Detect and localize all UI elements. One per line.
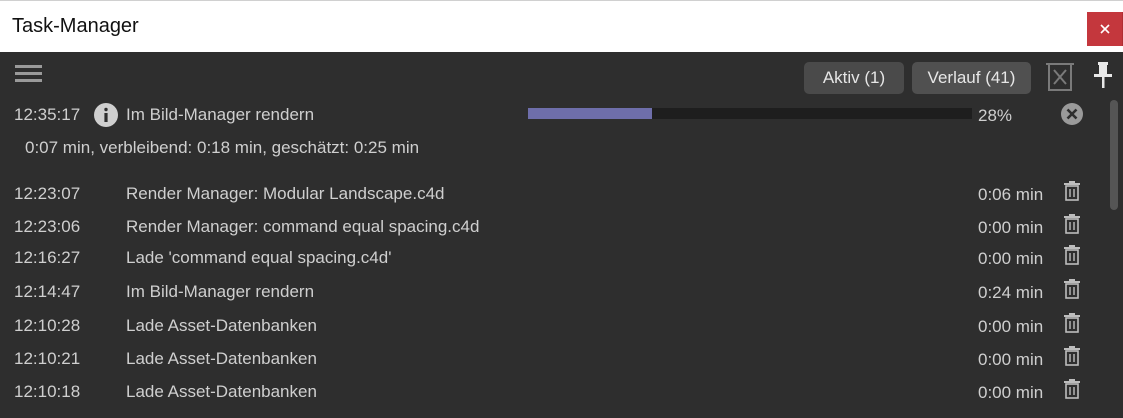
vertical-scrollbar[interactable] [1110, 100, 1118, 210]
title-bar: Task-Manager [0, 0, 1123, 52]
history-duration: 0:00 min [978, 383, 1044, 402]
history-row: 12:14:47 Im Bild-Manager rendern 0:24 mi… [0, 276, 1105, 309]
history-time: 12:10:18 [14, 382, 81, 401]
progress-percent: 28% [978, 106, 1013, 125]
history-task-name: Im Bild-Manager rendern [126, 282, 315, 301]
cancel-task-icon[interactable] [1060, 102, 1084, 126]
close-icon [1099, 24, 1110, 34]
toolbar: Aktiv (1) Verlauf (41) [0, 52, 1123, 98]
history-time: 12:10:21 [14, 349, 81, 368]
history-row: 12:23:06 Render Manager: command equal s… [0, 211, 1105, 244]
active-task-row: 12:35:17 Im Bild-Manager rendern 28% 0:0… [0, 98, 1105, 166]
trash-icon[interactable] [1063, 279, 1081, 299]
pin-icon[interactable] [1092, 61, 1114, 89]
history-time: 12:10:28 [14, 316, 81, 335]
history-time: 12:23:06 [14, 217, 81, 236]
tab-active[interactable]: Aktiv (1) [804, 62, 904, 94]
trash-icon[interactable] [1063, 245, 1081, 265]
history-time: 12:14:47 [14, 282, 81, 301]
history-duration: 0:24 min [978, 283, 1044, 302]
history-row: 12:10:28 Lade Asset-Datenbanken 0:00 min [0, 310, 1105, 343]
trash-icon[interactable] [1063, 214, 1081, 234]
history-row: 12:16:27 Lade 'command equal spacing.c4d… [0, 242, 1105, 275]
history-duration: 0:00 min [978, 317, 1044, 336]
history-duration: 0:06 min [978, 185, 1044, 204]
progress-bar [528, 108, 972, 119]
trash-icon[interactable] [1063, 181, 1081, 201]
trash-icon[interactable] [1063, 379, 1081, 399]
history-row: 12:10:21 Lade Asset-Datenbanken 0:00 min [0, 343, 1105, 376]
history-time: 12:23:07 [14, 184, 81, 203]
tab-history[interactable]: Verlauf (41) [912, 62, 1031, 94]
task-list-area: 12:35:17 Im Bild-Manager rendern 28% 0:0… [0, 98, 1105, 418]
history-task-name: Lade 'command equal spacing.c4d' [126, 248, 392, 267]
active-task-detail: 0:07 min, verbleibend: 0:18 min, geschät… [25, 138, 420, 157]
hamburger-menu-icon[interactable] [15, 64, 43, 84]
history-task-name: Lade Asset-Datenbanken [126, 316, 317, 335]
window-title: Task-Manager [12, 15, 139, 37]
close-button[interactable] [1087, 12, 1123, 46]
history-row: 12:10:18 Lade Asset-Datenbanken 0:00 min [0, 376, 1105, 409]
active-task-time: 12:35:17 [14, 105, 81, 124]
task-manager-window: Task-Manager Aktiv (1) Verlauf (41) 12:3… [0, 0, 1123, 418]
history-time: 12:16:27 [14, 248, 81, 267]
history-duration: 0:00 min [978, 218, 1044, 237]
trash-icon[interactable] [1063, 346, 1081, 366]
progress-bar-fill [528, 108, 653, 119]
history-row: 12:23:07 Render Manager: Modular Landsca… [0, 178, 1105, 211]
active-task-name: Im Bild-Manager rendern [126, 105, 315, 124]
history-task-name: Render Manager: command equal spacing.c4… [126, 217, 480, 236]
clear-list-icon[interactable] [1046, 61, 1074, 93]
trash-icon[interactable] [1063, 313, 1081, 333]
history-task-name: Lade Asset-Datenbanken [126, 382, 317, 401]
history-duration: 0:00 min [978, 350, 1044, 369]
info-icon [94, 103, 118, 127]
history-duration: 0:00 min [978, 249, 1044, 268]
history-task-name: Lade Asset-Datenbanken [126, 349, 317, 368]
history-task-name: Render Manager: Modular Landscape.c4d [126, 184, 445, 203]
